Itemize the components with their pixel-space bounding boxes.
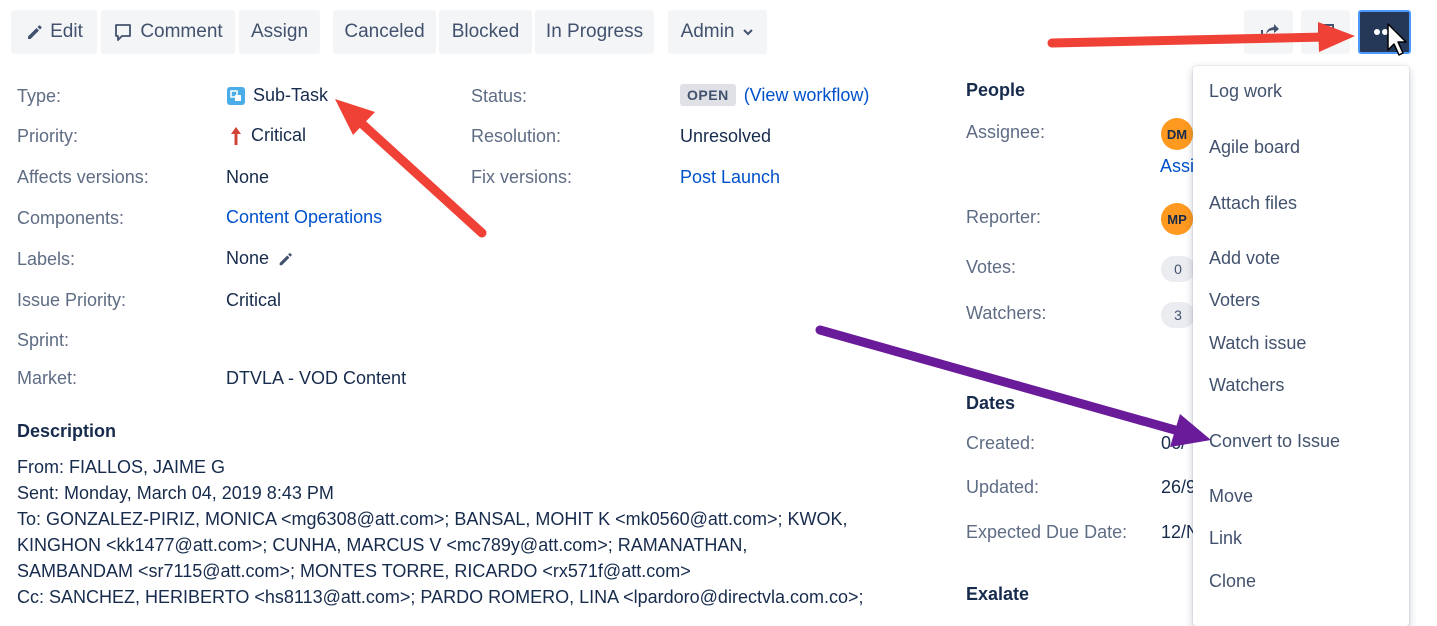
more-dots-icon [1373, 28, 1397, 36]
resolution-value: Unresolved [680, 126, 772, 146]
description-line: KINGHON <kk1477@att.com>; CUNHA, MARCUS … [17, 535, 748, 555]
fix-versions-link[interactable]: Post Launch [680, 167, 780, 188]
assign-button[interactable]: Assign [239, 10, 320, 54]
type-label: Type: [17, 86, 62, 106]
menu-item-attach-files[interactable]: Attach files [1209, 193, 1297, 214]
votes-label: Votes: [966, 257, 1017, 277]
updated-label: Updated: [966, 477, 1040, 497]
comment-icon [113, 22, 133, 42]
watchers-count-badge[interactable]: 3 [1161, 302, 1195, 328]
more-actions-button[interactable] [1358, 10, 1411, 54]
type-text: Sub-Task [253, 85, 329, 105]
edit-button[interactable]: Edit [11, 10, 97, 54]
avatar[interactable]: MP [1161, 203, 1193, 235]
resolution-label: Resolution: [471, 126, 562, 146]
menu-item-watch-issue[interactable]: Watch issue [1209, 333, 1306, 354]
components-label: Components: [17, 208, 125, 228]
menu-item-link[interactable]: Link [1209, 528, 1242, 549]
menu-item-agile-board[interactable]: Agile board [1209, 137, 1300, 158]
menu-item-clone[interactable]: Clone [1209, 571, 1256, 592]
subtask-icon [227, 86, 245, 105]
type-value: Sub-Task [227, 85, 328, 106]
share-button[interactable] [1244, 10, 1293, 54]
share-icon [1258, 21, 1280, 43]
arrow-up-icon [229, 126, 243, 146]
labels-label: Labels: [17, 249, 76, 269]
purple-arrow-to-convert-to-issue [815, 325, 1211, 447]
menu-item-convert-to-issue[interactable]: Convert to Issue [1209, 431, 1340, 452]
in-progress-label: In Progress [545, 21, 644, 42]
pencil-icon[interactable] [277, 251, 293, 267]
chevron-down-icon [742, 26, 754, 38]
status-label: Status: [471, 86, 528, 106]
export-button[interactable] [1301, 10, 1350, 54]
priority-value: Critical [229, 125, 306, 146]
assignee-label: Assignee: [966, 122, 1046, 142]
assign-label: Assign [250, 21, 309, 42]
in-progress-transition-button[interactable]: In Progress [535, 10, 654, 54]
menu-item-voters[interactable]: Voters [1209, 290, 1260, 311]
menu-item-log-work[interactable]: Log work [1209, 81, 1282, 102]
priority-text: Critical [251, 125, 307, 145]
view-workflow-link[interactable]: (View workflow) [744, 85, 870, 106]
description-line: SAMBANDAM <sr7115@att.com>; MONTES TORRE… [17, 561, 691, 581]
description-line: From: FIALLOS, JAIME G [17, 457, 226, 477]
description-line: Cc: SANCHEZ, HERIBERTO <hs8113@att.com>;… [17, 587, 864, 607]
updated-value: 26/9 [1161, 477, 1197, 497]
components-link[interactable]: Content Operations [226, 207, 382, 228]
pencil-icon [25, 23, 43, 41]
labels-text: None [226, 248, 270, 268]
status-badge: OPEN [680, 84, 736, 106]
blocked-label: Blocked [451, 21, 520, 42]
market-label: Market: [17, 368, 78, 388]
priority-label: Priority: [17, 126, 79, 146]
affects-versions-label: Affects versions: [17, 167, 149, 187]
avatar[interactable]: DM [1161, 118, 1193, 150]
sprint-label: Sprint: [17, 330, 70, 350]
issue-priority-label: Issue Priority: [17, 290, 127, 310]
admin-dropdown-button[interactable]: Admin [668, 10, 767, 54]
created-value: 06/ [1161, 433, 1187, 453]
created-label: Created: [966, 433, 1036, 453]
expected-due-date-label: Expected Due Date: [966, 522, 1128, 542]
affects-versions-value: None [226, 167, 270, 187]
blocked-transition-button[interactable]: Blocked [439, 10, 532, 54]
canceled-transition-button[interactable]: Canceled [333, 10, 436, 54]
labels-value: None [226, 248, 293, 269]
edit-label: Edit [50, 21, 83, 42]
more-actions-menu: Log work Agile board Attach files Add vo… [1193, 66, 1409, 626]
menu-item-watchers[interactable]: Watchers [1209, 375, 1284, 396]
assign-to-me-link[interactable]: Assi [1160, 156, 1194, 177]
status-value: OPEN (View workflow) [680, 84, 869, 106]
reporter-label: Reporter: [966, 207, 1042, 227]
admin-label: Admin [680, 21, 735, 42]
description-line: To: GONZALEZ-PIRIZ, MONICA <mg6308@att.c… [17, 509, 848, 529]
watchers-label: Watchers: [966, 303, 1047, 323]
people-heading: People [966, 80, 1026, 100]
comment-label: Comment [140, 21, 223, 42]
export-icon [1315, 21, 1337, 43]
market-value: DTVLA - VOD Content [226, 368, 407, 388]
votes-count-badge[interactable]: 0 [1161, 256, 1195, 282]
comment-button[interactable]: Comment [101, 10, 235, 54]
description-heading: Description [17, 421, 117, 441]
dates-heading: Dates [966, 393, 1016, 413]
menu-item-move[interactable]: Move [1209, 486, 1253, 507]
menu-item-add-vote[interactable]: Add vote [1209, 248, 1280, 269]
exalate-heading: Exalate [966, 584, 1030, 604]
issue-priority-value: Critical [226, 290, 282, 310]
canceled-label: Canceled [344, 21, 425, 42]
description-line: Sent: Monday, March 04, 2019 8:43 PM [17, 483, 334, 503]
fix-versions-label: Fix versions: [471, 167, 573, 187]
